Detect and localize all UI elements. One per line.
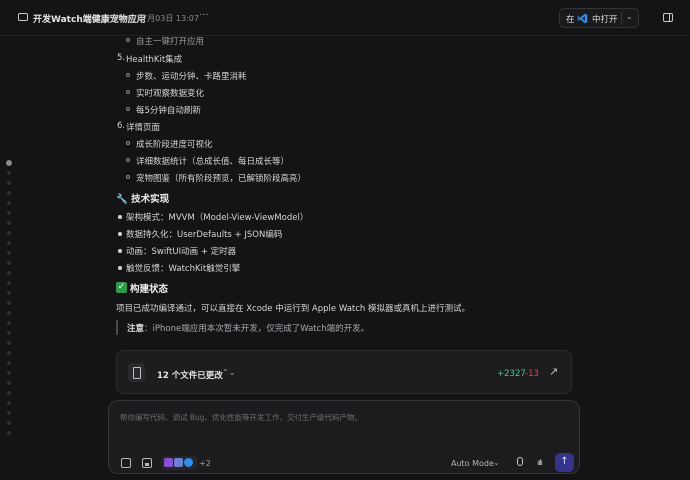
scroll-dot[interactable]: [7, 401, 11, 405]
file-icon: [128, 363, 145, 382]
open-in-editor-button[interactable]: 在 中打开 ⌄: [559, 8, 639, 28]
list-item: 宠物图鉴（所有阶段预览，已解锁阶段高亮）: [136, 174, 307, 184]
list-bullet: [126, 141, 130, 145]
list-item: 触觉反馈：WatchKit触觉引擎: [126, 264, 241, 274]
conversation-date: 07月03日 13:07: [137, 14, 199, 23]
open-in-label: 中打开: [592, 15, 618, 25]
list-bullet: [118, 266, 122, 270]
context-source-icon: [184, 458, 193, 467]
list-item: 数据持久化：UserDefaults + JSON编码: [126, 230, 283, 240]
context-source-icon: [164, 458, 173, 467]
mode-selector[interactable]: Auto Mode: [451, 459, 494, 468]
blockquote-bar: [116, 320, 118, 335]
context-source-icon: [174, 458, 183, 467]
list-bullet: [126, 158, 130, 162]
paragraph: 项目已成功编译通过，可以直接在 Xcode 中运行到 Apple Watch 模…: [116, 304, 470, 314]
divider: [621, 12, 622, 25]
blockquote: 注意：iPhone端应用本次暂未开发，仅完成了Watch端的开发。: [127, 322, 369, 334]
list-item-title: HealthKit集成: [126, 55, 183, 65]
note-text: ：iPhone端应用本次暂未开发，仅完成了Watch端的开发。: [144, 324, 370, 334]
files-changed-label[interactable]: 12 个文件已更改: [157, 369, 223, 381]
chat-icon: [18, 13, 28, 21]
list-number: 5.: [117, 53, 126, 63]
list-bullet: [126, 38, 130, 42]
list-item: 详细数据统计（总成长值、每日成长等）: [136, 157, 290, 167]
note-label: 注意: [127, 324, 145, 334]
scroll-dot[interactable]: [7, 421, 11, 425]
check-icon: ✓: [116, 282, 127, 293]
list-bullet: [118, 215, 122, 219]
list-number: 6.: [117, 121, 126, 131]
list-item: 步数、运动分钟、卡路里消耗: [136, 72, 247, 82]
scroll-dot[interactable]: [7, 391, 11, 395]
more-context-count[interactable]: +2: [199, 459, 211, 468]
list-item-title: 详情页面: [126, 123, 161, 133]
list-bullet: [118, 232, 122, 236]
list-item: 每5分钟自动刷新: [136, 106, 201, 116]
image-upload-icon[interactable]: [142, 458, 152, 468]
section-heading: 构建状态: [130, 284, 169, 295]
message-content: 自主一键打开应用 5. HealthKit集成 步数、运动分钟、卡路里消耗 实时…: [0, 36, 690, 390]
attach-file-icon[interactable]: [121, 458, 131, 468]
list-bullet: [126, 90, 130, 94]
composer-input[interactable]: 帮你编写代码、调试 Bug、优化性能等开发工作，交付生产级代码产物。: [120, 412, 362, 423]
additions-count: +2327: [497, 369, 526, 379]
microphone-icon[interactable]: [517, 457, 523, 466]
send-button[interactable]: ↑: [555, 453, 574, 472]
list-bullet: [126, 175, 130, 179]
list-item: 实时观察数据变化: [136, 89, 205, 99]
list-item: 成长阶段进度可视化: [136, 140, 213, 150]
vscode-icon: [577, 13, 588, 24]
expand-arrow-icon[interactable]: ↗: [549, 365, 558, 378]
deletions-count: -13: [525, 369, 539, 379]
chevron-down-icon[interactable]: ⌄: [493, 458, 500, 467]
list-item: 动画：SwiftUI动画 + 定时器: [126, 247, 237, 257]
message-composer[interactable]: 帮你编写代码、调试 Bug、优化性能等开发工作，交付生产级代码产物。 +2 Au…: [108, 400, 580, 474]
sidebar-toggle-icon[interactable]: [663, 13, 673, 22]
chevron-updown-icon[interactable]: ⌃⌄: [222, 368, 235, 377]
section-heading: 🔧 技术实现: [116, 194, 170, 205]
chevron-down-icon[interactable]: ⌄: [626, 12, 633, 21]
voice-wave-icon[interactable]: ıılı: [537, 458, 543, 467]
files-changed-card[interactable]: 12 个文件已更改 ⌃⌄ +2327 -13 ↗: [116, 350, 572, 394]
list-item: 自主一键打开应用: [136, 37, 205, 47]
conversation-title[interactable]: 开发Watch端健康宠物应用: [33, 12, 146, 25]
context-sources[interactable]: [161, 456, 197, 470]
open-in-prefix: 在: [566, 15, 575, 25]
more-options-icon[interactable]: ···: [199, 10, 209, 21]
scroll-dot[interactable]: [7, 431, 11, 435]
list-bullet: [126, 73, 130, 77]
scroll-dot[interactable]: [7, 411, 11, 415]
list-item: 架构模式：MVVM（Model-View-ViewModel）: [126, 213, 309, 223]
title-bar: 开发Watch端健康宠物应用 07月03日 13:07 ··· 在 中打开 ⌄: [0, 0, 690, 36]
list-bullet: [118, 249, 122, 253]
list-bullet: [126, 107, 130, 111]
